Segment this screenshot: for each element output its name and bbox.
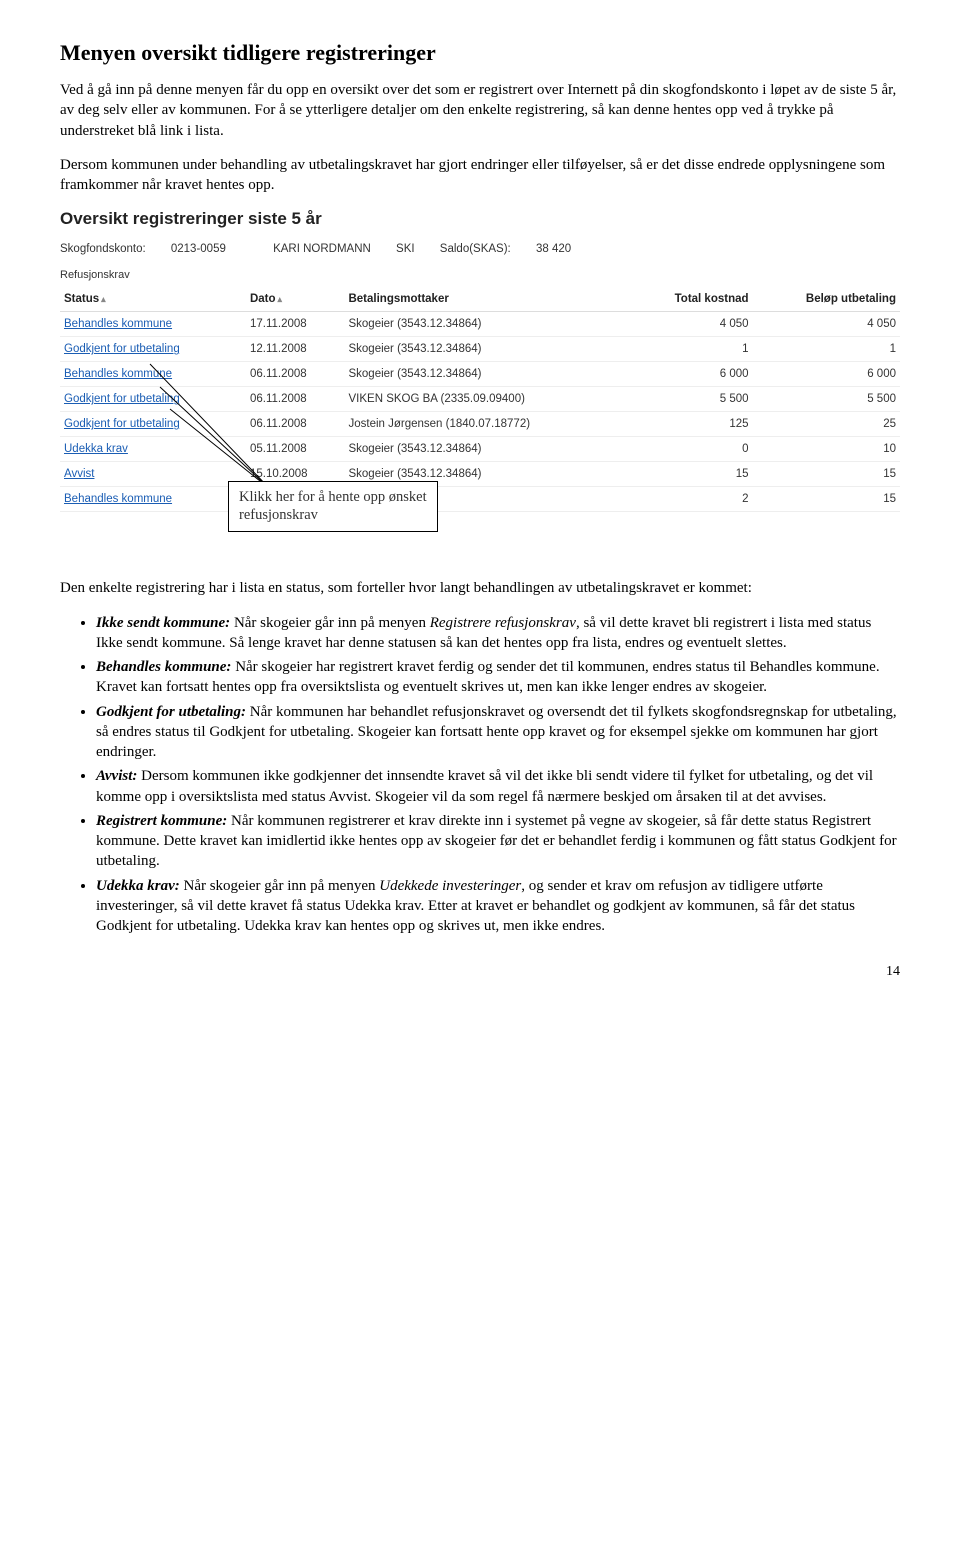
list-item: Registrert kommune: Når kommunen registr… [96,811,900,872]
cell-dato: 17.11.2008 [246,312,345,337]
registrations-table: Status▴ Dato▴ Betalingsmottaker Total ko… [60,287,900,512]
cell-total: 6 000 [629,362,752,387]
col-total[interactable]: Total kostnad [629,287,752,312]
cell-utbet: 15 [753,487,900,512]
cell-total: 125 [629,412,752,437]
cell-utbet: 1 [753,337,900,362]
intro-paragraph-1: Ved å gå inn på denne menyen får du opp … [60,80,900,141]
cell-mottaker: Skogeier (3543.12.34864) [344,437,629,462]
cell-total: 15 [629,462,752,487]
cell-total: 1 [629,337,752,362]
status-link[interactable]: Behandles kommune [64,493,172,505]
cell-total: 2 [629,487,752,512]
cell-dato: 12.11.2008 [246,337,345,362]
sort-icon: ▴ [278,294,283,305]
screenshot-heading: Oversikt registreringer siste 5 år [60,209,900,229]
cell-mottaker: Skogeier (3543.12.34864) [344,337,629,362]
screenshot-panel: Oversikt registreringer siste 5 år Skogf… [60,209,900,512]
status-bullet-list: Ikke sendt kommune: Når skogeier går inn… [60,613,900,937]
sort-icon: ▴ [101,294,106,305]
screenshot-sublabel: Refusjonskrav [60,269,900,281]
list-item: Ikke sendt kommune: Når skogeier går inn… [96,613,900,654]
table-row: Godkjent for utbetaling 06.11.2008VIKEN S… [60,387,900,412]
cell-dato: 05.11.2008 [246,437,345,462]
status-link[interactable]: Godkjent for utbetaling [64,343,180,355]
cell-utbet: 25 [753,412,900,437]
table-row: Behandles kommune15.10.2008215 [60,487,900,512]
cell-total: 5 500 [629,387,752,412]
col-mottaker[interactable]: Betalingsmottaker [344,287,629,312]
col-dato[interactable]: Dato▴ [246,287,345,312]
status-link[interactable]: Godkjent for utbetaling [64,418,180,430]
intro-paragraph-2: Dersom kommunen under behandling av utbe… [60,155,900,196]
list-item: Udekka krav: Når skogeier går inn på men… [96,876,900,937]
cell-total: 4 050 [629,312,752,337]
status-list-lead: Den enkelte registrering har i lista en … [60,578,900,598]
table-row: Avvist15.10.2008Skogeier (3543.12.34864)… [60,462,900,487]
cell-mottaker: Jostein Jørgensen (1840.07.18772) [344,412,629,437]
status-link[interactable]: Avvist [64,468,94,480]
cell-dato: 06.11.2008 [246,362,345,387]
page-number: 14 [60,964,900,980]
cell-utbet: 6 000 [753,362,900,387]
cell-utbet: 4 050 [753,312,900,337]
list-item: Behandles kommune: Når skogeier har regi… [96,657,900,698]
cell-dato: 06.11.2008 [246,387,345,412]
status-link[interactable]: Udekka krav [64,443,128,455]
table-row: Godkjent for utbetaling 06.11.2008Jostein… [60,412,900,437]
col-utbet[interactable]: Beløp utbetaling [753,287,900,312]
cell-dato: 06.11.2008 [246,412,345,437]
callout-box: Klikk her for å hente opp ønsket refusjo… [228,481,438,531]
table-row: Udekka krav 05.11.2008Skogeier (3543.12.3… [60,437,900,462]
table-row: Behandles kommune 06.11.2008Skogeier (354… [60,362,900,387]
status-link[interactable]: Behandles kommune [64,368,172,380]
status-link[interactable]: Godkjent for utbetaling [64,393,180,405]
cell-total: 0 [629,437,752,462]
cell-mottaker: Skogeier (3543.12.34864) [344,312,629,337]
status-link[interactable]: Behandles kommune [64,318,172,330]
screenshot-meta: Skogfondskonto: 0213-0059 KARI NORDMANN … [60,243,900,255]
cell-utbet: 5 500 [753,387,900,412]
cell-mottaker: Skogeier (3543.12.34864) [344,362,629,387]
cell-utbet: 15 [753,462,900,487]
cell-mottaker: VIKEN SKOG BA (2335.09.09400) [344,387,629,412]
table-row: Behandles kommune 17.11.2008Skogeier (354… [60,312,900,337]
col-status[interactable]: Status▴ [60,287,246,312]
table-row: Godkjent for utbetaling 12.11.2008Skogeie… [60,337,900,362]
cell-utbet: 10 [753,437,900,462]
list-item: Godkjent for utbetaling: Når kommunen ha… [96,702,900,763]
page-title: Menyen oversikt tidligere registreringer [60,40,900,66]
list-item: Avvist: Dersom kommunen ikke godkjenner … [96,766,900,807]
